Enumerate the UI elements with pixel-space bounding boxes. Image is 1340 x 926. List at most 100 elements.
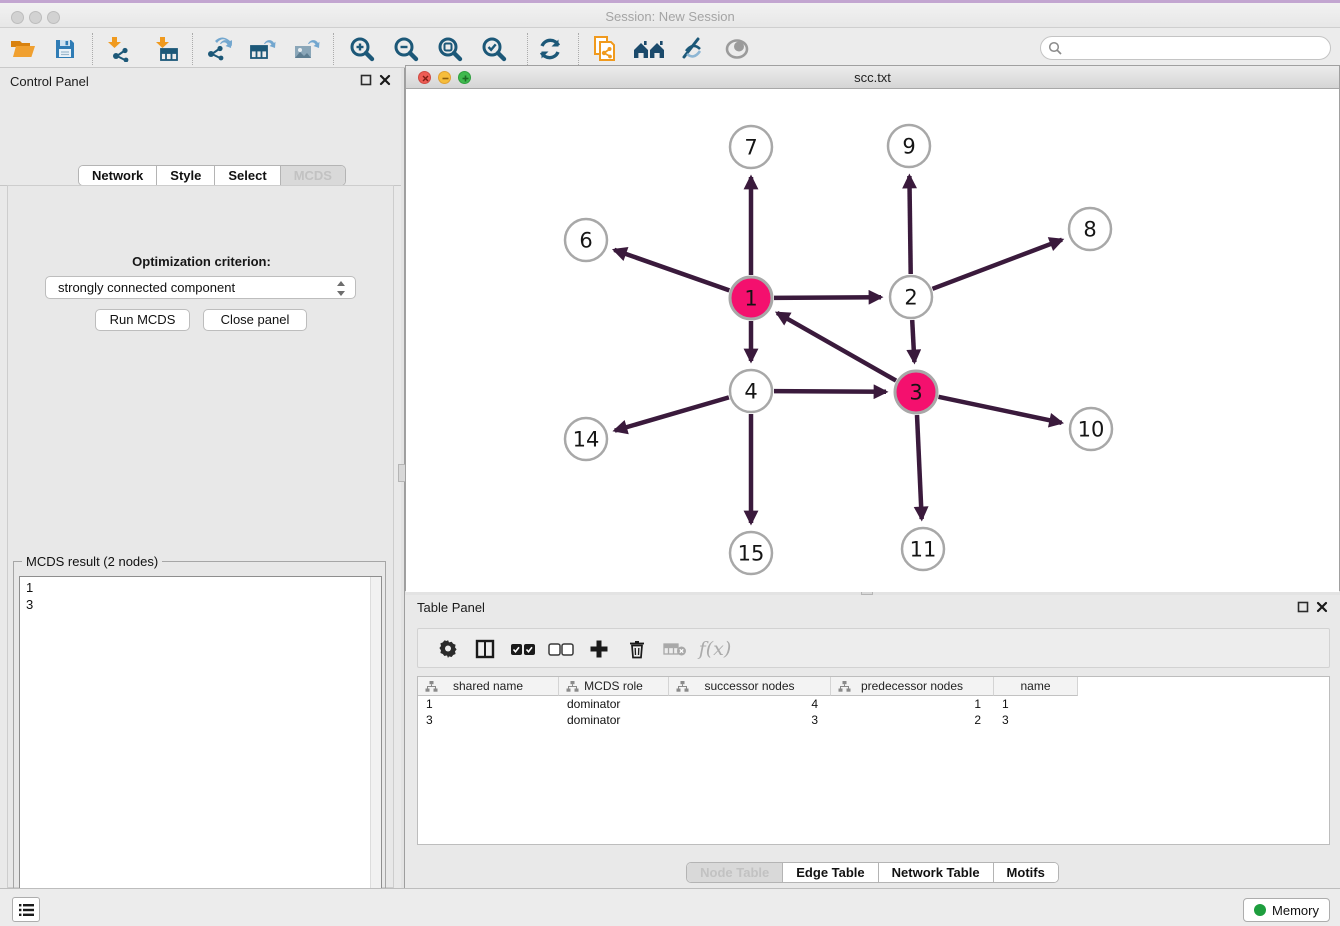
column-header-MCDS-role[interactable]: MCDS role (559, 677, 669, 696)
control-panel-tabs: NetworkStyleSelectMCDS (78, 165, 346, 186)
search-field[interactable] (1040, 36, 1331, 60)
memory-button[interactable]: Memory (1243, 898, 1330, 922)
select-all-icon[interactable] (507, 634, 539, 664)
close-panel-button[interactable]: Close panel (203, 309, 307, 331)
table-panel: Table Panel (405, 595, 1340, 888)
node-1[interactable]: 1 (730, 277, 772, 319)
svg-text:11: 11 (910, 537, 937, 561)
node-7[interactable]: 7 (730, 126, 772, 168)
export-image-icon[interactable] (289, 34, 323, 64)
edge-2-9[interactable] (909, 176, 910, 274)
mcds-result-text[interactable]: 13 (19, 576, 382, 926)
tab-edge-table[interactable]: Edge Table (783, 863, 878, 882)
node-8[interactable]: 8 (1069, 208, 1111, 250)
hide-selected-icon[interactable] (675, 34, 709, 64)
clone-network-icon[interactable] (588, 34, 622, 64)
memory-label: Memory (1272, 903, 1319, 918)
edge-3-11[interactable] (917, 415, 922, 519)
column-header-predecessor-nodes[interactable]: predecessor nodes (831, 677, 994, 696)
task-history-button[interactable] (12, 897, 40, 922)
status-bar: Memory (0, 888, 1340, 926)
table-cell: 1 (418, 697, 559, 713)
add-column-icon[interactable] (583, 634, 615, 664)
tab-network[interactable]: Network (79, 166, 157, 185)
edge-2-8[interactable] (933, 240, 1063, 289)
zoom-selected-icon[interactable] (477, 34, 511, 64)
tab-motifs[interactable]: Motifs (994, 863, 1058, 882)
network-window-titlebar[interactable]: scc.txt (406, 66, 1339, 89)
mcds-result-box: MCDS result (2 nodes) 13 (13, 561, 386, 926)
table-cell: 1 (831, 697, 994, 713)
svg-text:2: 2 (904, 285, 917, 309)
deselect-all-icon[interactable] (545, 634, 577, 664)
edge-3-10[interactable] (939, 397, 1062, 423)
table-row[interactable]: 1dominator411 (418, 697, 1078, 713)
show-columns-icon[interactable] (469, 634, 501, 664)
table-cell: 4 (669, 697, 831, 713)
node-11[interactable]: 11 (902, 528, 944, 570)
node-15[interactable]: 15 (730, 532, 772, 574)
search-input[interactable] (1063, 38, 1330, 58)
svg-text:1: 1 (744, 286, 757, 310)
tab-node-table[interactable]: Node Table (687, 863, 783, 882)
zoom-in-icon[interactable] (345, 34, 379, 64)
edge-4-14[interactable] (615, 397, 729, 430)
show-all-icon[interactable] (720, 34, 754, 64)
table-settings-gear-icon[interactable] (432, 634, 464, 664)
import-network-icon[interactable] (101, 34, 135, 64)
column-header-name[interactable]: name (994, 677, 1078, 696)
node-9[interactable]: 9 (888, 125, 930, 167)
optimization-criterion-label: Optimization criterion: (8, 254, 395, 269)
network-canvas[interactable]: 1 2 3 4 6 7 8 9 10 11 14 15 (406, 89, 1339, 592)
edge-4-3[interactable] (774, 391, 886, 392)
close-panel-icon[interactable] (379, 74, 391, 86)
export-table-icon[interactable] (245, 34, 279, 64)
float-panel-icon[interactable] (360, 74, 372, 86)
tab-mcds[interactable]: MCDS (281, 166, 345, 185)
scrollbar-track[interactable] (370, 577, 381, 926)
column-header-successor-nodes[interactable]: successor nodes (669, 677, 831, 696)
edge-3-1[interactable] (777, 313, 896, 381)
close-panel-icon[interactable] (1316, 601, 1328, 613)
node-6[interactable]: 6 (565, 219, 607, 261)
memory-status-icon (1254, 904, 1266, 916)
mcds-result-line: 3 (26, 596, 381, 613)
tab-network-table[interactable]: Network Table (879, 863, 994, 882)
control-panel: Control Panel NetworkStyleSelectMCDS Opt… (0, 68, 401, 888)
edge-1-2[interactable] (774, 297, 881, 298)
column-header-shared-name[interactable]: shared name (418, 677, 559, 696)
toolbar-separator (578, 33, 579, 65)
node-14[interactable]: 14 (565, 418, 607, 460)
import-table-icon[interactable] (149, 34, 183, 64)
node-10[interactable]: 10 (1070, 408, 1112, 450)
titlebar: Session: New Session (0, 0, 1340, 28)
open-file-icon[interactable] (6, 34, 40, 64)
first-neighbors-icon[interactable] (632, 34, 666, 64)
node-4[interactable]: 4 (730, 370, 772, 412)
export-network-icon[interactable] (201, 34, 235, 64)
search-icon (1048, 41, 1063, 56)
apply-layout-icon[interactable] (533, 34, 567, 64)
table-cell: 3 (994, 713, 1078, 729)
delete-column-icon[interactable] (621, 634, 653, 664)
edge-1-6[interactable] (614, 250, 729, 291)
table-row[interactable]: 3dominator323 (418, 713, 1078, 729)
node-3[interactable]: 3 (895, 371, 937, 413)
edge-2-3[interactable] (912, 320, 914, 362)
table-cell: 3 (669, 713, 831, 729)
save-session-icon[interactable] (48, 34, 82, 64)
network-view-window: scc.txt 1 2 3 4 6 7 8 9 10 11 14 15 (405, 65, 1340, 591)
float-panel-icon[interactable] (1297, 601, 1309, 613)
node-2[interactable]: 2 (890, 276, 932, 318)
criterion-select[interactable]: strongly connected component (45, 276, 356, 299)
table-tabs: Node TableEdge TableNetwork TableMotifs (686, 862, 1059, 883)
svg-text:14: 14 (573, 427, 600, 451)
tab-style[interactable]: Style (157, 166, 215, 185)
zoom-fit-icon[interactable] (433, 34, 467, 64)
zoom-out-icon[interactable] (389, 34, 423, 64)
network-graph: 1 2 3 4 6 7 8 9 10 11 14 15 (406, 89, 1339, 592)
run-mcds-button[interactable]: Run MCDS (95, 309, 190, 331)
application-window: Session: New Session (0, 0, 1340, 926)
tab-select[interactable]: Select (215, 166, 280, 185)
table-cell: 1 (994, 697, 1078, 713)
